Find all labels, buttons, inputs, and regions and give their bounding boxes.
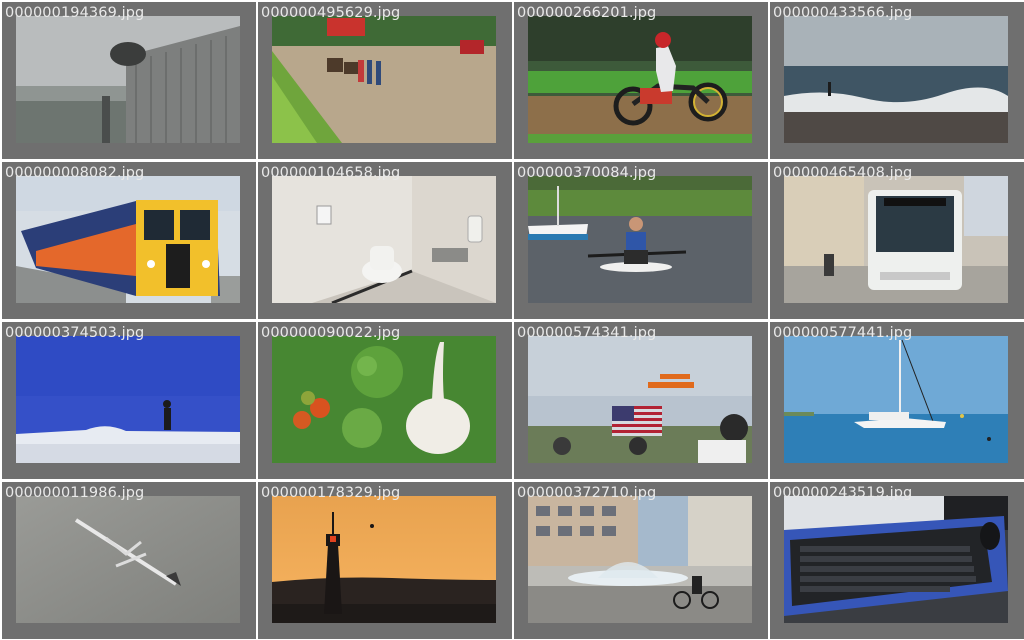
image-filename: 000000266201.jpg [517,5,657,21]
gallery-tile[interactable]: 000000433566.jpg [770,2,1024,159]
bathroom-toilet-photo [272,176,496,303]
train-platform-photo [16,176,240,303]
gallery-tile[interactable]: 000000008082.jpg [2,162,256,319]
city-bus-photo [784,176,1008,303]
gallery-tile[interactable]: 000000577441.jpg [770,322,1024,479]
image-filename: 000000374503.jpg [5,325,145,341]
biplane-airshow-photo [528,336,752,463]
image-filename: 000000495629.jpg [261,5,401,21]
image-filename: 000000577441.jpg [773,325,913,341]
image-filename: 000000370084.jpg [517,165,657,181]
gallery-tile[interactable]: 000000495629.jpg [258,2,512,159]
image-filename: 000000194369.jpg [5,5,145,21]
image-filename: 000000574341.jpg [517,325,657,341]
gallery-tile[interactable]: 000000266201.jpg [514,2,768,159]
image-filename: 000000433566.jpg [773,5,913,21]
gallery-tile[interactable]: 000000574341.jpg [514,322,768,479]
airplane-sky-photo [16,496,240,623]
lighthouse-sunset-photo [272,496,496,623]
snowboarder-photo [16,336,240,463]
horse-field-photo [272,16,496,143]
image-gallery-grid: 000000194369.jpg 000000495629.jpg 000000… [0,0,1024,640]
gallery-tile[interactable]: 000000465408.jpg [770,162,1024,319]
gallery-tile[interactable]: 000000374503.jpg [2,322,256,479]
paddleboard-lake-photo [528,176,752,303]
image-filename: 000000008082.jpg [5,165,145,181]
image-filename: 000000178329.jpg [261,485,401,501]
gallery-tile[interactable]: 000000178329.jpg [258,482,512,639]
image-filename: 000000372710.jpg [517,485,657,501]
gallery-tile[interactable]: 000000372710.jpg [514,482,768,639]
city-fountain-cyclist-photo [528,496,752,623]
gallery-tile[interactable]: 000000370084.jpg [514,162,768,319]
keyboard-desk-photo [784,496,1008,623]
gallery-tile[interactable]: 000000090022.jpg [258,322,512,479]
image-filename: 000000243519.jpg [773,485,913,501]
image-filename: 000000104658.jpg [261,165,401,181]
gallery-tile[interactable]: 000000243519.jpg [770,482,1024,639]
gallery-tile[interactable]: 000000104658.jpg [258,162,512,319]
gallery-tile[interactable]: 000000194369.jpg [2,2,256,159]
image-filename: 000000465408.jpg [773,165,913,181]
image-filename: 000000090022.jpg [261,325,401,341]
building-rooftop-photo [16,16,240,143]
catamaran-sea-photo [784,336,1008,463]
vegetables-grass-photo [272,336,496,463]
gallery-tile[interactable]: 000000011986.jpg [2,482,256,639]
motorcycle-racer-photo [528,16,752,143]
beach-surfer-photo [784,16,1008,143]
image-filename: 000000011986.jpg [5,485,145,501]
